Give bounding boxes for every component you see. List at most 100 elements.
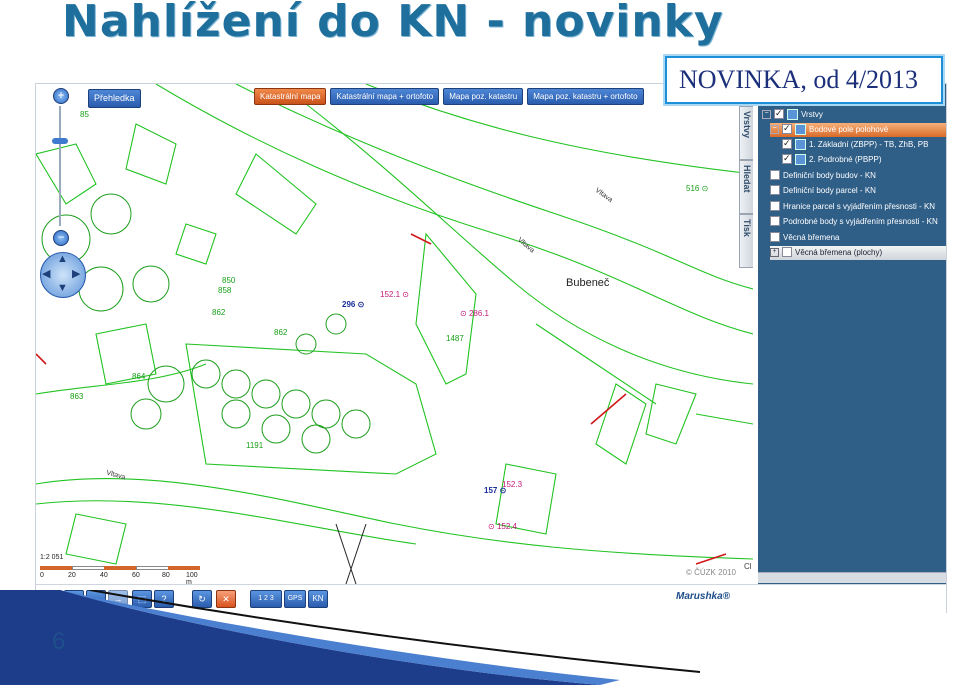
page-number: 6 [52, 628, 66, 655]
map-canvas[interactable]: Přehledka Katastrální mapa Katastrální m… [36, 84, 753, 584]
layer-item-basic-control[interactable]: 1. Základní (ZBPP) - TB, ZhB, PB [782, 136, 929, 152]
layer-checkbox[interactable] [770, 169, 780, 180]
map-type-tabs: Katastrální mapa Katastrální mapa + orto… [254, 88, 644, 105]
parcel-number: 864 [132, 372, 146, 381]
zoom-out-button[interactable]: − [53, 230, 69, 246]
survey-point[interactable]: 152.3 [502, 480, 522, 489]
tab-cadastral-map-orthophoto[interactable]: Katastrální mapa + ortofoto [330, 88, 440, 105]
scale-segment [136, 566, 170, 570]
parcel-number: 862 [212, 308, 226, 317]
zoom-control: + − [52, 88, 69, 246]
scale-tick: 60 [132, 572, 140, 579]
scale-tick: 0 [40, 572, 44, 579]
layers-icon [795, 124, 806, 136]
new-feature-callout: NOVINKA, od 4/2013 [665, 56, 943, 104]
layer-checkbox[interactable] [770, 184, 780, 195]
panel-horizontal-scrollbar[interactable] [758, 572, 946, 583]
place-label: Bubeneč [566, 277, 610, 289]
tab-layers[interactable]: Vrstvy [739, 106, 753, 160]
overview-map-button[interactable]: Přehledka [88, 89, 141, 108]
layer-item-parcel-boundaries[interactable]: Hranice parcel s vyjádřením přesnosti - … [770, 200, 935, 214]
parcel-number: 1191 [246, 441, 264, 450]
survey-point[interactable]: 296 ⊙ [342, 300, 364, 309]
layers-icon [795, 154, 806, 166]
zoom-slider-track[interactable] [59, 106, 61, 226]
survey-point[interactable]: 152.1 ⊙ [380, 290, 409, 299]
layer-label: 2. Podrobné (PBPP) [809, 155, 882, 164]
survey-point[interactable]: 516 ⊙ [686, 184, 708, 193]
parcel-number: 1487 [446, 334, 464, 343]
scale-tick: 100 m [186, 572, 198, 584]
zoom-slider-handle[interactable] [52, 138, 68, 144]
expand-icon[interactable]: + [770, 248, 779, 258]
layer-item-control-points[interactable]: − Bodové pole polohové [770, 121, 946, 137]
survey-point[interactable]: ⊙ 286.1 [460, 309, 489, 318]
parcel-number: 862 [274, 328, 288, 337]
scale-segment [72, 566, 106, 570]
map-edge-label: Cl [744, 562, 752, 571]
pan-down-icon[interactable]: ▼ [57, 282, 68, 294]
layer-checkbox[interactable] [782, 246, 792, 257]
layer-checkbox[interactable] [770, 231, 780, 242]
collapse-icon[interactable]: − [762, 110, 771, 120]
layer-item-building-points[interactable]: Definiční body budov - KN [770, 169, 876, 183]
scale-tick: 20 [68, 572, 76, 579]
cadastral-map-drawing [36, 84, 753, 584]
slide-title: Nahlížení do KN - novinky [62, 0, 724, 47]
parcel-number: 858 [218, 286, 232, 295]
layer-label: Hranice parcel s vyjádřením přesnosti - … [783, 202, 936, 211]
tab-land-register-map-orthophoto[interactable]: Mapa poz. katastru + ortofoto [527, 88, 644, 105]
survey-point[interactable]: ⊙ 152.4 [488, 522, 517, 531]
pan-right-icon[interactable]: ▶ [72, 267, 80, 280]
scale-segment [104, 566, 136, 570]
tab-layers-label: Vrstvy [742, 111, 752, 139]
zoom-in-button[interactable]: + [53, 88, 69, 104]
layer-label: Definiční body parcel - KN [783, 186, 876, 195]
layer-item-parcel-points[interactable]: Definiční body parcel - KN [770, 184, 876, 198]
tab-land-register-map[interactable]: Mapa poz. katastru [443, 88, 524, 105]
scale-ratio: 1:2 051 [40, 554, 64, 561]
pan-up-icon[interactable]: ▲ [57, 253, 68, 265]
layers-icon [787, 109, 798, 121]
layer-label: Věcná břemena [783, 233, 840, 242]
tab-search[interactable]: Hledat [739, 160, 753, 214]
layer-checkbox[interactable] [770, 215, 780, 226]
decorative-swoosh [0, 590, 701, 685]
scale-tick: 40 [100, 572, 108, 579]
scale-bar: 1:2 051 0 20 40 60 80 100 m [40, 554, 200, 584]
tab-print-label: Tisk [742, 219, 752, 237]
layer-tree-root[interactable]: − Vrstvy [762, 106, 823, 122]
pan-control[interactable]: ▲ ▼ ◀ ▶ [40, 252, 86, 298]
tab-print[interactable]: Tisk [739, 214, 753, 268]
layer-label: Definiční body budov - KN [783, 171, 876, 180]
layers-icon [795, 139, 806, 151]
layer-checkbox[interactable] [774, 106, 784, 120]
collapse-icon[interactable]: − [770, 125, 779, 135]
scale-tick: 80 [162, 572, 170, 579]
layer-checkbox[interactable] [770, 200, 780, 211]
layer-label: Podrobné body s vyjádřením přesnosti - K… [783, 217, 938, 226]
cadastre-viewer-app: Přehledka Katastrální mapa Katastrální m… [35, 83, 947, 613]
tab-search-label: Hledat [742, 165, 752, 193]
parcel-number: 850 [222, 276, 236, 285]
layer-item-easements[interactable]: Věcná břemena [770, 231, 839, 245]
callout-text: NOVINKA, od 4/2013 [679, 65, 919, 94]
layers-panel: − Vrstvy − Bodové pole polohové 1. Základn… [758, 84, 946, 584]
layer-label: Bodové pole polohové [809, 125, 889, 134]
layer-item-detail-points[interactable]: Podrobné body s vyjádřením přesnosti - K… [770, 215, 938, 229]
layer-label: Vrstvy [801, 110, 823, 119]
tab-cadastral-map[interactable]: Katastrální mapa [254, 88, 327, 105]
layer-label: Věcná břemena (plochy) [795, 248, 883, 257]
layer-label: 1. Základní (ZBPP) - TB, ZhB, PB [809, 140, 929, 149]
scale-segment [40, 566, 72, 570]
pan-left-icon[interactable]: ◀ [42, 267, 50, 280]
layer-checkbox[interactable] [782, 151, 792, 165]
layer-checkbox[interactable] [782, 136, 792, 150]
layer-item-detail-control[interactable]: 2. Podrobné (PBPP) [782, 151, 882, 167]
layer-checkbox[interactable] [782, 121, 792, 135]
parcel-number: 863 [70, 392, 84, 401]
scale-segment [168, 566, 200, 570]
layer-item-easement-areas[interactable]: + Věcná břemena (plochy) [770, 246, 946, 260]
parcel-number: 85 [80, 110, 89, 119]
copyright-notice: © ČÚZK 2010 [686, 568, 736, 577]
